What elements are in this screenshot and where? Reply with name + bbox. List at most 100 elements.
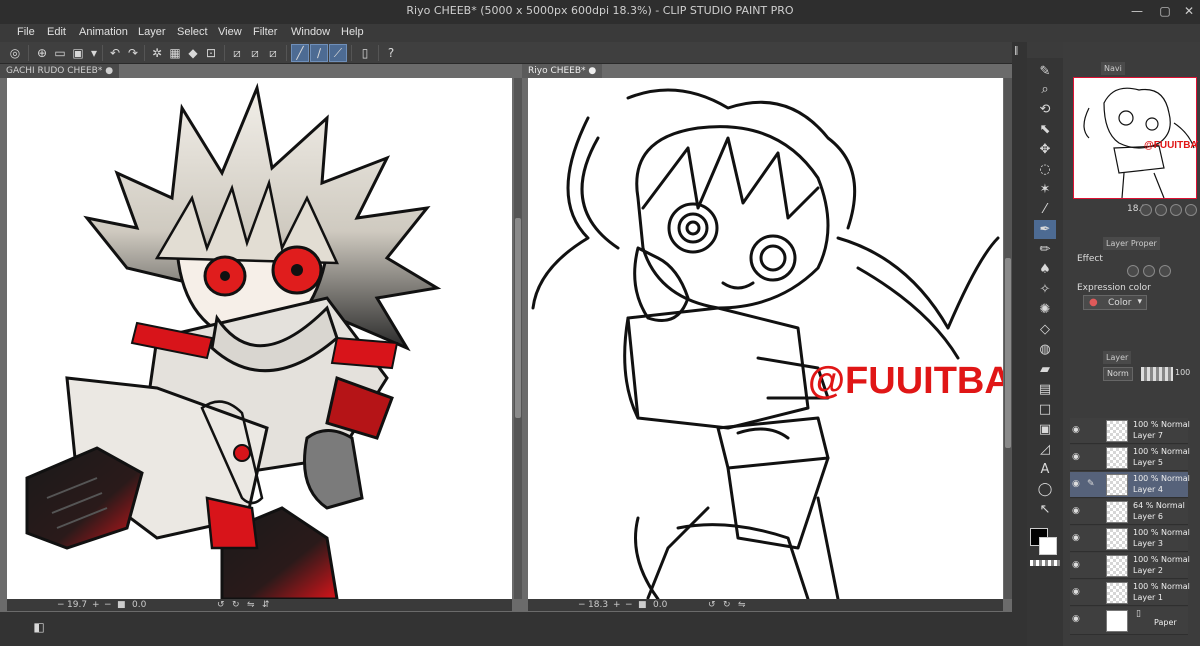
opacity-value[interactable]: 100	[1175, 368, 1190, 377]
right-rotate-right-icon[interactable]: ↻	[723, 599, 731, 611]
stabilization-2-icon[interactable]: ∕	[310, 44, 328, 62]
decoration-icon[interactable]: ✺	[1034, 300, 1056, 319]
tab-gachi-rudo-cheeb[interactable]: GACHI RUDO CHEEB* ●	[0, 64, 120, 78]
left-zoom-minus-icon[interactable]: −	[104, 599, 112, 611]
clear-icon[interactable]: ✲	[148, 44, 166, 62]
maximize-icon[interactable]: ▢	[1156, 3, 1174, 19]
operation-tool-icon[interactable]: ⬉	[1034, 120, 1056, 139]
nav-actual-icon[interactable]	[1185, 204, 1197, 216]
menu-file[interactable]: File	[17, 26, 35, 38]
nav-zoom-in-icon[interactable]	[1155, 204, 1167, 216]
right-angle-value[interactable]: 0.0	[653, 599, 667, 611]
pen-icon[interactable]: ✒	[1034, 220, 1056, 239]
layer-row[interactable]: ◉ 100 % Normal Layer 2	[1070, 553, 1190, 579]
paper-layer-row[interactable]: ◉ ▯ Paper	[1070, 607, 1188, 635]
layer-row[interactable]: ◉ 64 % Normal Layer 6	[1070, 499, 1188, 525]
menu-filter[interactable]: Filter	[253, 26, 277, 38]
navigator-preview[interactable]: @FUUITBAT	[1073, 77, 1200, 199]
expression-color-select[interactable]: ● Color ▾	[1083, 295, 1147, 310]
layer-row-active[interactable]: ◉ ✎ 100 % Normal Layer 4	[1070, 472, 1190, 498]
left-angle-value[interactable]: 0.0	[132, 599, 146, 611]
blend-icon[interactable]: ◍	[1034, 340, 1056, 359]
fill-tool-icon[interactable]: ▰	[1034, 360, 1056, 379]
correct-line-icon[interactable]: ↖	[1034, 500, 1056, 519]
eye-icon[interactable]: ◉	[1072, 479, 1084, 489]
right-zoom-value[interactable]: 18.3	[588, 599, 608, 611]
left-fit-icon[interactable]: ■	[117, 599, 126, 611]
transparent-color-swatch[interactable]	[1030, 560, 1060, 566]
tab-layer-property[interactable]: Layer Proper	[1103, 237, 1160, 250]
airbrush-icon[interactable]: ✧	[1034, 280, 1056, 299]
tab-layer[interactable]: Layer	[1103, 351, 1132, 364]
redo-icon[interactable]: ↷	[124, 44, 142, 62]
fill-icon[interactable]: ◆	[184, 44, 202, 62]
clip-studio-icon[interactable]: ◎	[6, 44, 24, 62]
tab-navigator[interactable]: Navi	[1101, 62, 1125, 75]
left-zoom-out-icon[interactable]: −	[57, 599, 65, 611]
nav-zoom-out-icon[interactable]	[1140, 204, 1152, 216]
minimize-icon[interactable]: —	[1128, 3, 1146, 19]
magic-wand-icon[interactable]: ✶	[1034, 180, 1056, 199]
balloon-icon[interactable]: ◯	[1034, 480, 1056, 499]
brush-icon[interactable]: ♠	[1034, 260, 1056, 279]
layer-row[interactable]: ◉ 100 % Normal Layer 3	[1070, 526, 1190, 552]
text-icon[interactable]: A	[1034, 460, 1056, 479]
help-icon[interactable]: ?	[382, 44, 400, 62]
open-folder-icon[interactable]: ▭	[51, 44, 69, 62]
left-rotate-right-icon[interactable]: ↻	[232, 599, 240, 611]
eye-icon[interactable]: ◉	[1072, 533, 1084, 543]
ruler-icon[interactable]: ◿	[1034, 440, 1056, 459]
sub-color-swatch[interactable]	[1039, 537, 1057, 555]
frame-icon[interactable]: ▣	[1034, 420, 1056, 439]
expand-icon[interactable]: ‖	[1014, 46, 1019, 56]
menu-animation[interactable]: Animation	[79, 26, 128, 38]
menu-select[interactable]: Select	[177, 26, 208, 38]
eyedropper-icon[interactable]: ⁄	[1034, 200, 1056, 219]
menu-edit[interactable]: Edit	[47, 26, 66, 38]
canvas-right[interactable]: @FUUITBAT	[528, 78, 1003, 599]
right-zoom-minus-icon[interactable]: −	[625, 599, 633, 611]
right-zoom-in-icon[interactable]: +	[613, 599, 621, 611]
stabilization-1-icon[interactable]: ╱	[291, 44, 309, 62]
eye-icon[interactable]: ◉	[1072, 452, 1084, 462]
right-canvas-vscroll[interactable]	[1004, 78, 1012, 599]
left-canvas-vscroll[interactable]	[514, 78, 522, 599]
menu-help[interactable]: Help	[341, 26, 364, 38]
effect-tone-icon[interactable]	[1143, 265, 1155, 277]
tab-riyo-cheeb[interactable]: Riyo CHEEB* ●	[522, 64, 603, 78]
left-flip-icon[interactable]: ⇋	[247, 599, 255, 611]
eye-icon[interactable]: ◉	[1072, 506, 1084, 516]
effect-color-icon[interactable]	[1159, 265, 1171, 277]
left-flip-v-icon[interactable]: ⇵	[262, 599, 270, 611]
undo-icon[interactable]: ↶	[106, 44, 124, 62]
layer-row[interactable]: ◉ 100 % Normal Layer 1	[1070, 580, 1190, 606]
eye-icon[interactable]: ◉	[1072, 587, 1084, 597]
menu-view[interactable]: View	[218, 26, 242, 38]
left-rotate-left-icon[interactable]: ↺	[217, 599, 225, 611]
gradient-icon[interactable]: ▤	[1034, 380, 1056, 399]
eye-icon[interactable]: ◉	[1072, 560, 1084, 570]
layer-row[interactable]: ◉ 100 % Normal Layer 7	[1070, 418, 1190, 444]
move-layer-icon[interactable]: ✥	[1034, 140, 1056, 159]
snap-grid-icon[interactable]: ⧄	[246, 44, 264, 62]
canvas-left[interactable]	[7, 78, 512, 599]
snap-ruler-icon[interactable]: ⧄	[228, 44, 246, 62]
eraser-icon[interactable]: ◇	[1034, 320, 1056, 339]
close-icon[interactable]: ✕	[1180, 3, 1198, 19]
right-rotate-left-icon[interactable]: ↺	[708, 599, 716, 611]
figure-icon[interactable]: □	[1034, 400, 1056, 419]
right-flip-icon[interactable]: ⇋	[738, 599, 746, 611]
left-zoom-value[interactable]: 19.7	[67, 599, 87, 611]
layer-row[interactable]: ◉ 100 % Normal Layer 5	[1070, 445, 1190, 471]
eye-icon[interactable]: ◉	[1072, 425, 1084, 435]
eye-icon[interactable]: ◉	[1072, 614, 1084, 624]
right-fit-icon[interactable]: ■	[638, 599, 647, 611]
delete-selection-icon[interactable]: ▦	[166, 44, 184, 62]
effect-border-icon[interactable]	[1127, 265, 1139, 277]
blend-mode-select[interactable]: Norm	[1103, 367, 1133, 381]
rotate-tool-icon[interactable]: ⟲	[1034, 100, 1056, 119]
snap-special-icon[interactable]: ⧄	[264, 44, 282, 62]
nav-fit-icon[interactable]	[1170, 204, 1182, 216]
panel-toggle-icon[interactable]: ◧	[30, 618, 48, 636]
menu-layer[interactable]: Layer	[138, 26, 166, 38]
